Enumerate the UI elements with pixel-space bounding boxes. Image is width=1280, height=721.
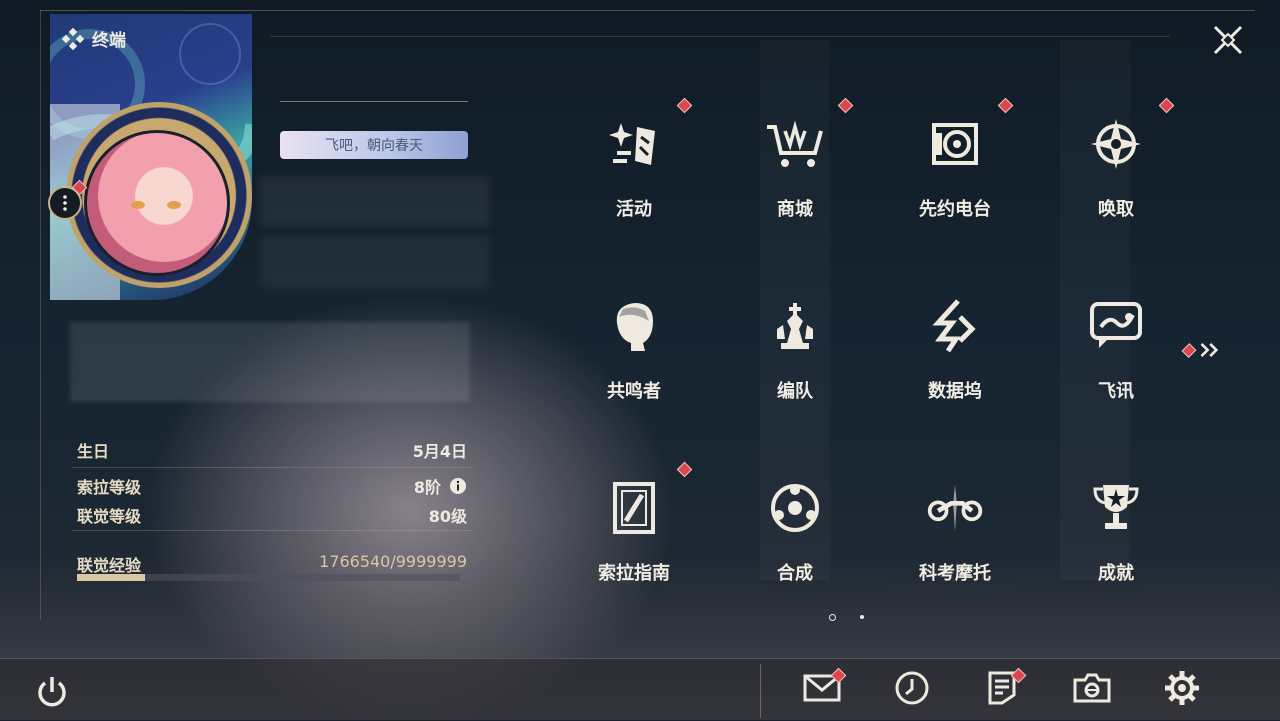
nickname-blurred [260,176,490,226]
info-icon[interactable] [449,477,467,495]
menu-item-label: 共鸣者 [607,381,661,402]
chat-bubble-icon [1086,296,1146,356]
menu-item-6[interactable]: 编队 [735,286,855,406]
union-exp-row: 联觉经验 1766540/9999999 [77,552,467,576]
data-dock-icon [925,296,985,356]
sparkle-icon [604,114,664,174]
notification-badge [837,97,854,114]
info-divider [72,467,472,468]
power-button[interactable] [32,672,72,712]
notification-badge [1158,97,1175,114]
page-dot-active[interactable] [829,614,836,621]
avatar[interactable] [84,130,230,276]
clock-icon [894,670,930,710]
menu-item-10[interactable]: 合成 [735,468,855,588]
next-page-button[interactable] [1180,338,1224,362]
menu-item-label: 合成 [777,563,813,584]
notification-badge [676,97,693,114]
close-icon [1213,25,1243,55]
guide-book-icon [604,478,664,538]
union-level-row: 联觉等级 80级 [77,503,467,527]
menu-item-12[interactable]: 成就 [1056,468,1176,588]
signature-divider [280,101,468,102]
power-icon [38,677,66,707]
notice-button[interactable] [982,667,1027,710]
camera-button[interactable] [1072,670,1112,710]
more-vertical-icon [63,195,67,211]
sola-level-row: 索拉等级 8阶 [77,474,467,498]
cart-icon [765,114,825,174]
menu-item-label: 成就 [1098,563,1134,584]
settings-icon [1164,670,1200,710]
menu-item-label: 数据坞 [928,381,982,402]
page-dot[interactable] [860,615,864,619]
window-title-text: 终端 [92,31,126,51]
union-level-value: 80级 [428,507,467,526]
union-exp-value: 1766540/9999999 [319,552,467,571]
uid-blurred [260,236,490,288]
frame-inner-line [270,36,1170,37]
signature-text: 飞吧，朝向春天 [325,138,423,154]
close-button[interactable] [1208,20,1248,60]
birthday-label: 生日 [77,442,110,461]
menu-item-label: 先约电台 [919,199,991,220]
character-head-icon [604,296,664,356]
menu-item-label: 商城 [777,199,813,220]
notification-badge [676,461,693,478]
frame-top-line [40,10,1255,11]
menu-item-11[interactable]: 科考摩托 [895,468,1015,588]
avatar-eye [167,201,181,209]
menu-item-3[interactable]: 先约电台 [895,97,1015,224]
menu-item-label: 活动 [616,199,652,220]
menu-item-label: 索拉指南 [598,563,670,584]
trophy-icon [1086,478,1146,538]
birthday-row: 生日 5月4日 [77,438,467,462]
motorbike-icon [925,478,985,538]
sola-level-label: 索拉等级 [77,478,142,497]
union-exp-label: 联觉经验 [77,556,142,575]
union-exp-bar [77,574,460,581]
compass-star-icon [1086,114,1146,174]
diamond-cluster-icon [62,27,84,50]
menu-item-label: 科考摩托 [919,563,991,584]
bottom-separator [760,664,761,718]
menu-item-label: 飞讯 [1098,381,1134,402]
camera-icon [1073,672,1111,708]
menu-item-4[interactable]: 唤取 [1056,97,1176,224]
settings-button[interactable] [1162,670,1202,710]
menu-item-5[interactable]: 共鸣者 [574,286,694,406]
menu-item-label: 唤取 [1098,199,1134,220]
mail-button[interactable] [802,667,847,710]
next-page-badge [1181,342,1197,358]
notification-badge [997,97,1014,114]
signature-banner[interactable]: 飞吧，朝向春天 [280,131,468,159]
window-title: 终端 [62,26,126,51]
synthesis-icon [765,478,825,538]
clock-button[interactable] [892,670,932,710]
union-exp-fill [77,574,145,581]
radio-icon [925,114,985,174]
birthday-value: 5月4日 [412,442,467,461]
page-indicator [826,612,870,622]
menu-item-7[interactable]: 数据坞 [895,286,1015,406]
double-chevron-right-icon [1200,342,1219,358]
menu-item-8[interactable]: 飞讯 [1056,286,1176,406]
sola-level-value: 8阶 [413,478,441,497]
chess-pieces-icon [765,296,825,356]
menu-item-2[interactable]: 商城 [735,97,855,224]
menu-item-1[interactable]: 活动 [574,97,694,224]
menu-item-label: 编队 [777,381,813,402]
menu-item-9[interactable]: 索拉指南 [574,461,694,588]
info-divider [72,530,472,531]
avatar-eye [131,201,145,209]
frame-left-line [40,10,41,620]
bio-blurred [70,322,470,402]
union-level-label: 联觉等级 [77,507,142,526]
